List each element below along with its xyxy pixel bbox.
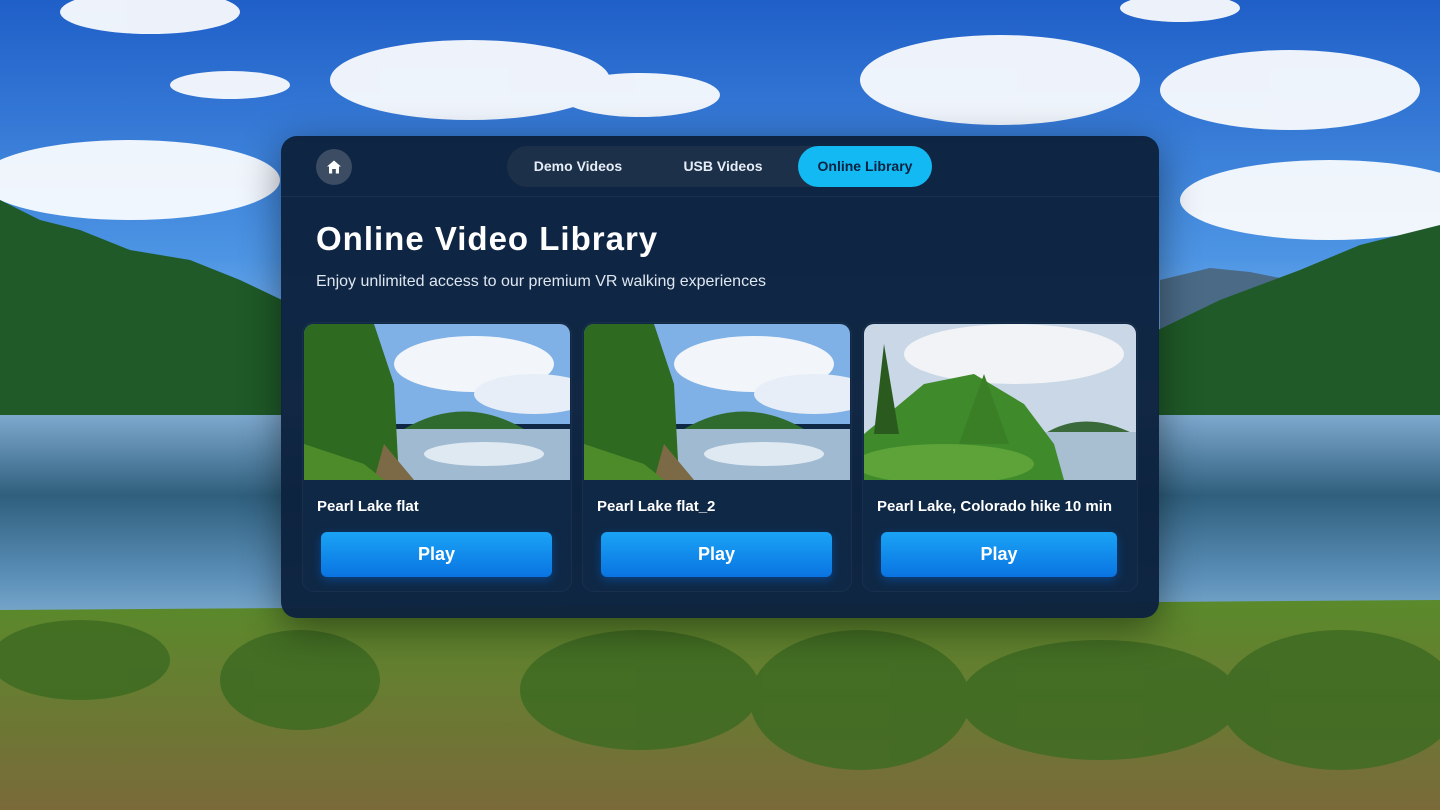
video-title: Pearl Lake flat xyxy=(317,498,419,515)
video-title: Pearl Lake flat_2 xyxy=(597,498,716,515)
tab-demo-videos[interactable]: Demo Videos xyxy=(513,146,643,187)
page-subtitle: Enjoy unlimited access to our premium VR… xyxy=(316,273,766,290)
video-thumbnail xyxy=(304,324,570,480)
video-thumbnail xyxy=(584,324,850,480)
video-thumbnail xyxy=(864,324,1136,480)
play-button[interactable]: Play xyxy=(601,532,832,577)
video-library-panel: Demo Videos USB Videos Online Library On… xyxy=(281,136,1159,618)
page-title: Online Video Library xyxy=(316,220,659,257)
tab-online-library[interactable]: Online Library xyxy=(798,146,932,187)
tab-usb-videos[interactable]: USB Videos xyxy=(657,146,789,187)
video-card: Pearl Lake flat Play xyxy=(302,322,572,592)
video-title: Pearl Lake, Colorado hike 10 min xyxy=(877,498,1113,515)
home-icon xyxy=(327,160,341,174)
video-card: Pearl Lake flat_2 Play xyxy=(582,322,852,592)
tab-bar: Demo Videos USB Videos Online Library xyxy=(507,146,932,187)
top-navigation-bar: Demo Videos USB Videos Online Library xyxy=(281,136,1159,197)
video-card: Pearl Lake, Colorado hike 10 min Play xyxy=(862,322,1138,592)
home-button[interactable] xyxy=(316,149,352,185)
play-button[interactable]: Play xyxy=(321,532,552,577)
play-button[interactable]: Play xyxy=(881,532,1117,577)
